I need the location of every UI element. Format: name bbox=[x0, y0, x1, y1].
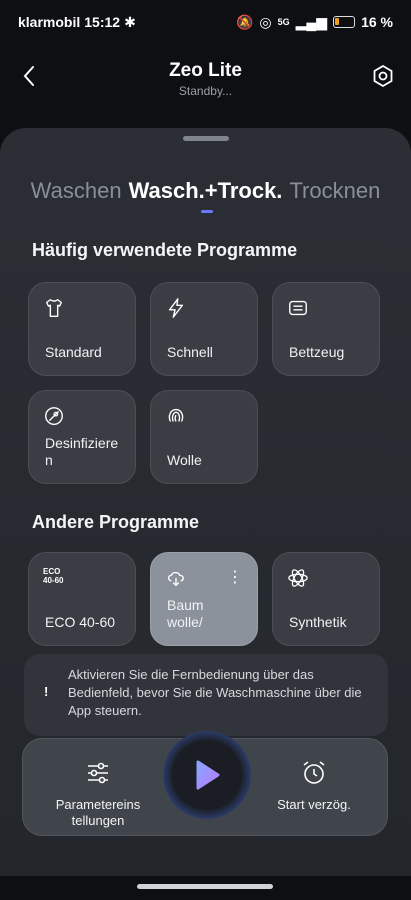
bedding-icon bbox=[289, 300, 307, 316]
program-label: Schnell bbox=[167, 344, 213, 360]
program-card-wolle[interactable]: Wolle bbox=[150, 390, 258, 484]
wool-icon bbox=[168, 408, 184, 422]
program-label: Synthetik bbox=[289, 614, 347, 630]
parameter-settings-button[interactable]: Parametereins tellungen bbox=[43, 759, 153, 829]
more-options-icon[interactable]: ⋮ bbox=[227, 567, 243, 587]
home-gesture-pill[interactable] bbox=[137, 884, 273, 889]
program-label: Desinfiziere n bbox=[45, 435, 119, 468]
shirt-icon bbox=[45, 299, 63, 317]
synthetic-icon bbox=[288, 569, 308, 587]
mute-icon: 🔕 bbox=[235, 13, 254, 30]
alarm-clock-icon bbox=[303, 761, 325, 784]
cotton-icon bbox=[167, 571, 184, 587]
carrier-text: klarmobil bbox=[18, 14, 81, 30]
status-subtitle: Standby... bbox=[178, 84, 233, 98]
lightning-icon bbox=[168, 298, 184, 318]
remote-control-notice: ! Aktivieren Sie die Fernbedienung über … bbox=[24, 654, 388, 736]
program-card-standard[interactable]: Standard bbox=[28, 282, 136, 376]
program-label: Wolle bbox=[167, 452, 202, 468]
program-card-eco[interactable]: ECO 40-60 ECO 40-60 bbox=[28, 552, 136, 646]
program-label: Baum wolle/ bbox=[167, 597, 204, 630]
tab-trocknen[interactable]: Trocknen bbox=[289, 178, 380, 204]
control-bar: Parametereins tellungen Start verzög. bbox=[22, 731, 388, 836]
clock-text: 15:12 bbox=[84, 14, 121, 30]
settings-gear-icon[interactable] bbox=[371, 64, 395, 88]
program-card-schnell[interactable]: Schnell bbox=[150, 282, 258, 376]
delayed-start-button[interactable]: Start verzög. bbox=[259, 759, 369, 813]
play-icon bbox=[196, 760, 220, 790]
mode-tabs: Waschen Wasch.+Trock. Trocknen bbox=[0, 178, 411, 213]
tab-waschen[interactable]: Waschen bbox=[31, 178, 122, 204]
program-card-baumwolle[interactable]: ⋮ Baum wolle/ bbox=[150, 552, 258, 646]
program-sheet: Waschen Wasch.+Trock. Trocknen Häufig ve… bbox=[0, 128, 411, 876]
program-label: Bettzeug bbox=[289, 344, 345, 360]
signal-icon: ▂▄▆ bbox=[295, 13, 328, 30]
battery-text: 16 % bbox=[361, 14, 393, 30]
program-label: Standard bbox=[45, 344, 102, 360]
page-title: Zeo Lite bbox=[169, 60, 242, 81]
frequent-programs-title: Häufig verwendete Programme bbox=[32, 240, 298, 260]
app-header: Zeo Lite Standby... bbox=[0, 52, 411, 112]
start-play-button[interactable] bbox=[163, 731, 251, 819]
tab-wasch-trock[interactable]: Wasch.+Trock. bbox=[129, 178, 282, 213]
sliders-icon bbox=[88, 762, 108, 784]
network-type-text: 5G bbox=[277, 17, 290, 27]
disinfect-icon bbox=[45, 407, 63, 425]
other-programs-title: Andere Programme bbox=[32, 512, 200, 532]
delayed-start-label: Start verzög. bbox=[277, 797, 351, 812]
sheet-drag-handle[interactable] bbox=[183, 136, 229, 141]
parameter-settings-label: Parametereins tellungen bbox=[55, 797, 141, 828]
notice-text: Aktivieren Sie die Fernbedienung über da… bbox=[68, 667, 362, 718]
battery-icon bbox=[333, 16, 356, 28]
bluetooth-icon: ✱ bbox=[124, 13, 136, 30]
program-label: ECO 40-60 bbox=[45, 614, 116, 630]
program-card-bettzeug[interactable]: Bettzeug bbox=[272, 282, 380, 376]
status-bar: klarmobil 15:12 ✱ 🔕 ◎ 5G ▂▄▆ 16 % bbox=[0, 0, 411, 44]
program-card-desinfizieren[interactable]: Desinfiziere n bbox=[28, 390, 136, 484]
warning-icon: ! bbox=[44, 684, 49, 699]
system-nav-bar bbox=[0, 876, 411, 900]
program-card-synthetik[interactable]: Synthetik bbox=[272, 552, 380, 646]
eco-icon: ECO 40-60 bbox=[43, 567, 64, 585]
hotspot-icon: ◎ bbox=[259, 13, 272, 30]
